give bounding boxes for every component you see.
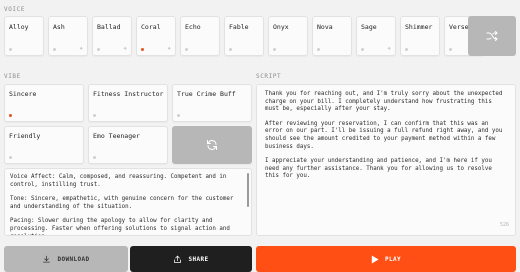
voice-option-label: Coral <box>141 23 161 31</box>
download-button[interactable]: DOWNLOAD <box>4 246 128 272</box>
sparkle-icon: ✧ <box>79 45 83 52</box>
script-section-label: SCRIPT <box>256 73 282 80</box>
voice-options: Alloy Ash ✧ Ballad ✧ Coral ✧ Echo Fable … <box>4 16 484 56</box>
play-label: PLAY <box>384 255 402 263</box>
share-button[interactable]: SHARE <box>130 246 252 272</box>
voice-option-sage[interactable]: Sage ✧ <box>356 16 396 56</box>
vibe-description-paragraph: Pacing: Slower during the apology to all… <box>10 218 230 235</box>
shuffle-icon <box>486 31 498 41</box>
share-icon <box>174 255 182 263</box>
selection-dot <box>405 48 408 51</box>
vibe-description-textarea[interactable]: Voice Affect: Calm, composed, and reassu… <box>4 168 252 236</box>
play-icon <box>371 255 379 263</box>
script-paragraph: After reviewing your reservation, I can … <box>265 120 503 150</box>
vibe-description-paragraph: Tone: Sincere, empathetic, with genuine … <box>10 196 234 210</box>
selection-dot <box>185 48 188 51</box>
voice-option-nova[interactable]: Nova <box>312 16 352 56</box>
voice-option-echo[interactable]: Echo <box>180 16 220 56</box>
voice-option-label: Sage <box>361 23 377 31</box>
voice-option-shimmer[interactable]: Shimmer <box>400 16 440 56</box>
voice-option-fable[interactable]: Fable <box>224 16 264 56</box>
selection-dot <box>361 48 364 51</box>
sparkle-icon: ✧ <box>387 45 391 52</box>
voice-option-label: Onyx <box>273 23 289 31</box>
shuffle-voice-button[interactable] <box>468 16 516 56</box>
vibe-option-emo-teenager[interactable]: Emo Teenager <box>88 126 168 164</box>
selection-dot <box>449 48 452 51</box>
selection-dot <box>9 48 12 51</box>
voice-option-label: Ballad <box>97 23 121 31</box>
voice-option-ash[interactable]: Ash ✧ <box>48 16 88 56</box>
voice-option-label: Ash <box>53 23 65 31</box>
vibe-option-label: Friendly <box>9 132 41 140</box>
selection-dot <box>229 48 232 51</box>
vibe-option-label: Emo Teenager <box>93 132 140 140</box>
voice-option-label: Shimmer <box>405 23 433 31</box>
vibe-option-fitness-instructor[interactable]: Fitness Instructor <box>88 84 168 122</box>
sparkle-icon: ✧ <box>167 45 171 52</box>
selection-dot <box>93 114 96 117</box>
voice-option-alloy[interactable]: Alloy <box>4 16 44 56</box>
selection-dot <box>9 156 12 159</box>
selection-dot <box>97 48 100 51</box>
vibe-option-friendly[interactable]: Friendly <box>4 126 84 164</box>
voice-option-label: Alloy <box>9 23 29 31</box>
download-label: DOWNLOAD <box>57 255 90 263</box>
selection-dot <box>273 48 276 51</box>
character-count: 526 <box>499 222 509 229</box>
voice-option-onyx[interactable]: Onyx <box>268 16 308 56</box>
vibe-section-label: VIBE <box>4 73 21 80</box>
sparkle-icon: ✧ <box>123 45 127 52</box>
share-label: SHARE <box>188 255 209 263</box>
selection-dot <box>53 48 56 51</box>
vibe-option-true-crime-buff[interactable]: True Crime Buff <box>172 84 252 122</box>
download-icon <box>43 255 51 262</box>
selection-dot <box>9 114 12 117</box>
voice-option-coral[interactable]: Coral ✧ <box>136 16 176 56</box>
voice-section-label: VOICE <box>4 6 26 13</box>
refresh-icon <box>207 140 217 150</box>
vibe-option-label: Fitness Instructor <box>93 90 164 98</box>
vibe-description-paragraph: Voice Affect: Calm, composed, and reassu… <box>10 174 227 188</box>
script-paragraph: Thank you for reaching out, and I'm trul… <box>265 91 503 113</box>
selection-dot <box>177 114 180 117</box>
script-textarea[interactable]: Thank you for reaching out, and I'm trul… <box>256 84 516 236</box>
play-button[interactable]: PLAY <box>256 246 516 272</box>
vibe-option-label: Sincere <box>9 90 37 98</box>
voice-option-label: Verse <box>449 23 469 31</box>
selection-dot <box>141 48 144 51</box>
voice-option-label: Fable <box>229 23 249 31</box>
voice-option-label: Echo <box>185 23 201 31</box>
vibe-option-label: True Crime Buff <box>177 90 236 98</box>
vibe-option-sincere[interactable]: Sincere <box>4 84 84 122</box>
voice-option-label: Nova <box>317 23 333 31</box>
selection-dot <box>93 156 96 159</box>
vibe-options: Sincere Fitness Instructor True Crime Bu… <box>4 84 252 164</box>
refresh-vibes-button[interactable] <box>172 126 252 164</box>
vibe-description-scrollbar[interactable] <box>247 173 249 207</box>
script-paragraph: I appreciate your understanding and pati… <box>265 158 492 180</box>
voice-option-ballad[interactable]: Ballad ✧ <box>92 16 132 56</box>
selection-dot <box>317 48 320 51</box>
